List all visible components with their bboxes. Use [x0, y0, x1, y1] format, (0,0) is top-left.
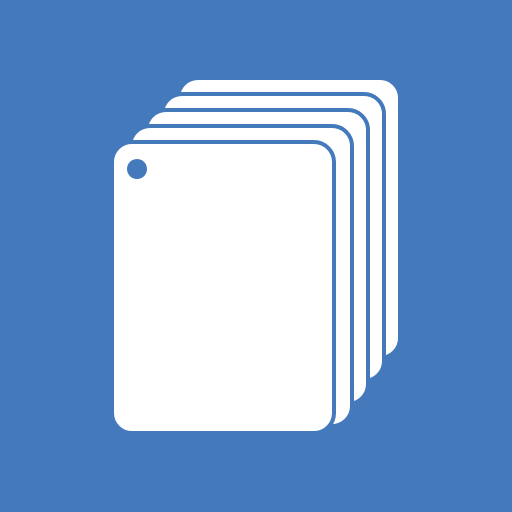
app-icon: [0, 0, 512, 512]
stacked-cards-icon: [0, 0, 512, 512]
card-front: [110, 140, 336, 435]
card-hole: [127, 159, 147, 179]
